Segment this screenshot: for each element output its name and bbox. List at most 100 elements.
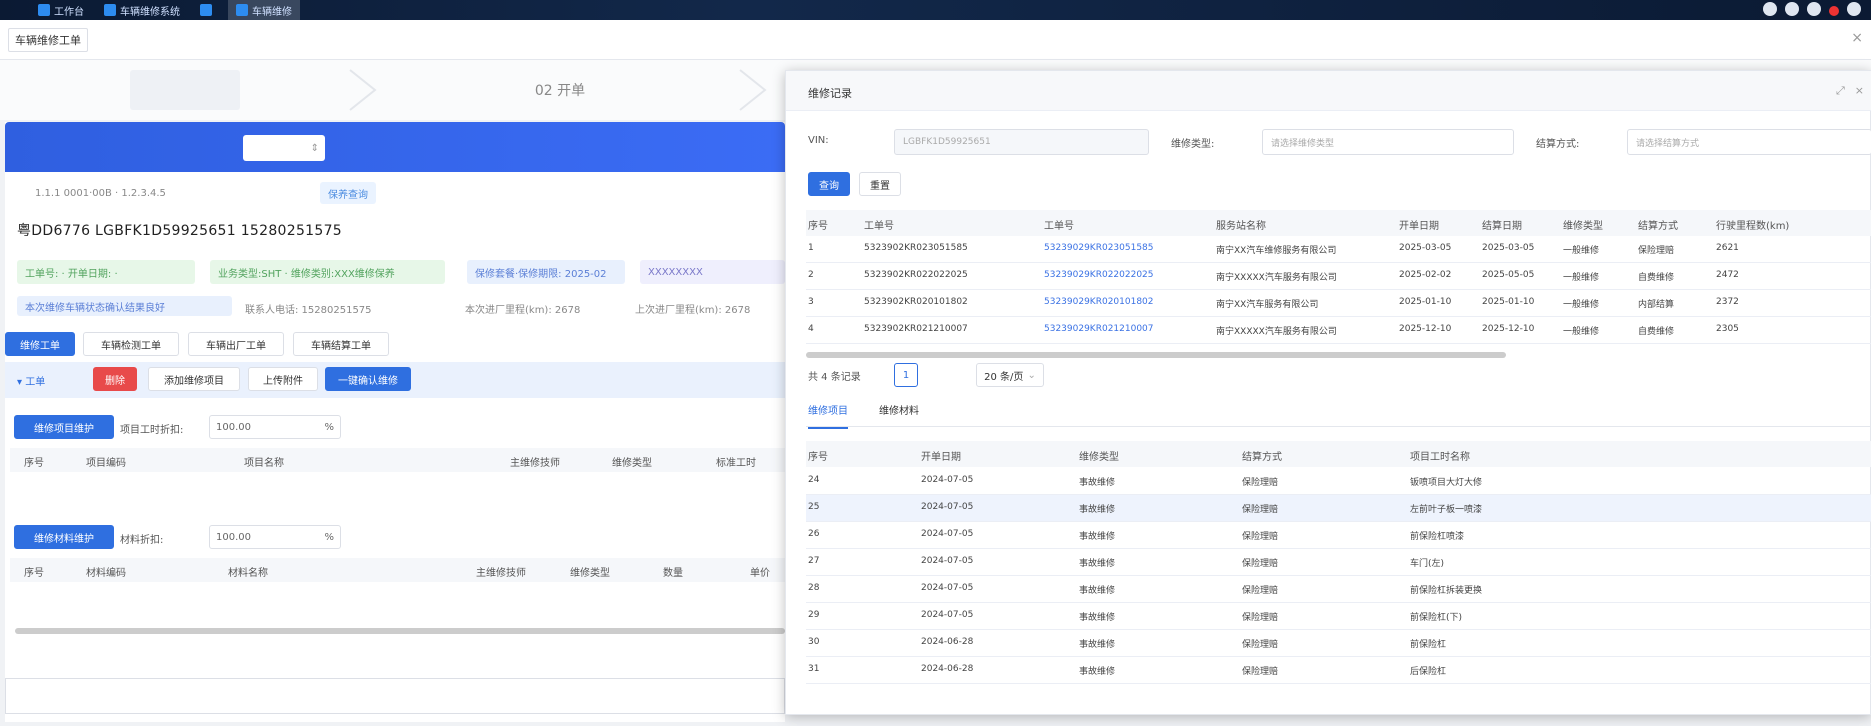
history-row[interactable]: 1 5323902KR023051585 53239029KR023051585 南宁… (806, 236, 1871, 263)
open-date: 2025-01-10 (1399, 297, 1452, 307)
repair-type: 事故维修 (1079, 478, 1116, 488)
settings-icon[interactable] (1807, 2, 1821, 16)
search-icon[interactable] (1763, 2, 1777, 16)
dialog-title: 维修记录 (808, 87, 852, 100)
order-no: 5323902KR020101802 (864, 297, 968, 307)
history-row[interactable]: 3 5323902KR020101802 53239029KR020101802 南宁… (806, 290, 1871, 317)
repair-type-select[interactable]: 请选择维修类型 (1262, 129, 1514, 155)
tab-inspection-order[interactable]: 车辆检测工单 (83, 332, 179, 356)
warranty-tag: 保修套餐·保修期限: 2025-02 (467, 260, 625, 284)
status-tag: 本次维修车辆状态确认结果良好 (17, 296, 232, 316)
notification-icon[interactable] (1829, 6, 1839, 16)
settle-method-select[interactable]: 请选择结算方式 (1627, 129, 1871, 155)
step-2[interactable]: 02 开单 (500, 70, 620, 110)
settle-date: 2025-01-10 (1482, 297, 1535, 307)
history-row[interactable]: 2 5323902KR022022025 53239029KR022022025 南宁… (806, 263, 1871, 290)
order-link[interactable]: 53239029KR020101802 (1044, 297, 1154, 307)
subtab-items[interactable]: 维修项目 (808, 402, 848, 429)
vin-field[interactable]: LGBFK1D59925651 (894, 129, 1149, 155)
row-index: 25 (808, 502, 820, 512)
user-icon[interactable] (1847, 2, 1861, 16)
row-index: 26 (808, 529, 820, 539)
item-discount-input[interactable]: 100.00% (209, 415, 341, 439)
info-line: 1.1.1 0001·00B · 1.2.3.4.5 (35, 188, 166, 199)
row-index: 29 (808, 610, 820, 620)
station-name: 南宁XXXXX汽车服务有限公司 (1216, 327, 1337, 337)
tab-settle-order[interactable]: 车辆结算工单 (293, 332, 389, 356)
os-taskbar: 工作台 车辆维修系统 车辆维修 (0, 0, 1871, 20)
confirm-all-button[interactable]: 一键确认维修 (325, 367, 411, 391)
reset-button[interactable]: 重置 (859, 172, 901, 196)
sub-table-row[interactable]: 27 2024-07-05 事故维修 保险理赔 车门(左) (806, 549, 1871, 576)
row-index: 27 (808, 556, 820, 566)
info-icon[interactable] (1785, 2, 1799, 16)
station-name: 南宁XXXXX汽车服务有限公司 (1216, 273, 1337, 283)
sub-table-row[interactable]: 31 2024-06-28 事故维修 保险理赔 后保险杠 (806, 657, 1871, 684)
material-discount-label: 材料折扣: (120, 535, 164, 546)
settle-method: 内部结算 (1638, 300, 1675, 310)
delete-button[interactable]: 删除 (93, 367, 137, 391)
upload-button[interactable]: 上传附件 (248, 367, 318, 391)
row-index: 1 (808, 243, 814, 253)
item-maintain-button[interactable]: 维修项目维护 (14, 415, 114, 439)
material-discount-input[interactable]: 100.00% (209, 525, 341, 549)
sub-table-row[interactable]: 26 2024-07-05 事故维修 保险理赔 前保险杠喷漆 (806, 522, 1871, 549)
remark-field[interactable] (5, 678, 785, 714)
order-link[interactable]: 53239029KR022022025 (1044, 270, 1154, 280)
open-date: 2025-02-02 (1399, 270, 1452, 280)
item-name: 前保险杠喷漆 (1410, 532, 1465, 542)
open-date: 2024-07-05 (921, 583, 974, 593)
add-item-button[interactable]: 添加维修项目 (148, 367, 240, 391)
settle-method: 保险理赔 (1242, 505, 1279, 515)
mileage-last: 上次进厂里程(km): 2678 (635, 305, 751, 316)
horizontal-scrollbar[interactable] (15, 628, 785, 634)
history-row[interactable]: 4 5323902KR021210007 53239029KR021210007 南宁… (806, 317, 1871, 344)
maximize-icon[interactable]: ⤢ (1836, 84, 1845, 98)
taskbar-item-3[interactable] (192, 0, 224, 20)
repair-type: 一般维修 (1563, 327, 1600, 337)
taskbar-item-2[interactable]: 车辆维修系统 (96, 0, 188, 20)
method-label: 结算方式: (1536, 139, 1580, 150)
row-index: 30 (808, 637, 820, 647)
subtab-materials[interactable]: 维修材料 (879, 402, 919, 417)
subtab-divider (806, 426, 1871, 427)
sub-table-row[interactable]: 29 2024-07-05 事故维修 保险理赔 前保险杠(下) (806, 603, 1871, 630)
close-icon[interactable]: × (1855, 84, 1864, 98)
expand-toggle[interactable]: ▾ 工单 (17, 373, 45, 388)
repair-type: 事故维修 (1079, 505, 1116, 515)
order-link[interactable]: 53239029KR023051585 (1044, 243, 1154, 253)
pager-size-select[interactable]: 20 条/页 ⌄ (976, 363, 1044, 387)
search-button[interactable]: 查询 (808, 172, 850, 196)
repair-type: 事故维修 (1079, 532, 1116, 542)
type-label: 维修类型: (1171, 139, 1215, 150)
item-name: 前保险杠拆装更换 (1410, 586, 1483, 596)
taskbar-item-1[interactable]: 工作台 (30, 0, 92, 20)
sub-table-row[interactable]: 25 2024-07-05 事故维修 保险理赔 左前叶子板一喷漆 (806, 495, 1871, 522)
open-date: 2024-06-28 (921, 637, 974, 647)
sub-table-row[interactable]: 30 2024-06-28 事故维修 保险理赔 前保险杠 (806, 630, 1871, 657)
query-tag[interactable]: 保养查询 (320, 182, 376, 204)
row-index: 4 (808, 324, 814, 334)
app-icon (104, 4, 116, 16)
vin-label: VIN: (808, 135, 829, 146)
order-link[interactable]: 53239029KR021210007 (1044, 324, 1154, 334)
sub-table-row[interactable]: 24 2024-07-05 事故维修 保险理赔 钣喷项目大灯大修 (806, 468, 1871, 495)
page-tab[interactable]: 车辆维修工单 (8, 27, 88, 52)
material-table-header: 序号 材料编码 材料名称 主维修技师 维修类型 数量 单价 (10, 558, 785, 582)
table-scrollbar[interactable] (806, 352, 1506, 358)
vehicle-text: 粤DD6776 LGBFK1D59925651 15280251575 (17, 223, 343, 239)
settle-method: 保险理赔 (1242, 613, 1279, 623)
sub-table-row[interactable]: 28 2024-07-05 事故维修 保险理赔 前保险杠拆装更换 (806, 576, 1871, 603)
pager-current[interactable]: 1 (894, 363, 918, 387)
material-maintain-button[interactable]: 维修材料维护 (14, 525, 114, 549)
settle-method: 保险理赔 (1638, 246, 1675, 256)
taskbar-item-4[interactable]: 车辆维修 (228, 0, 300, 20)
mileage: 2372 (1716, 297, 1739, 307)
close-icon[interactable]: × (1851, 30, 1863, 46)
step-1[interactable] (130, 70, 240, 110)
banner-select[interactable]: ⇕ (243, 135, 325, 161)
tab-exit-order[interactable]: 车辆出厂工单 (188, 332, 284, 356)
contact-phone: 联系人电话: 15280251575 (245, 305, 372, 316)
tab-repair-order[interactable]: 维修工单 (5, 332, 75, 356)
open-date: 2024-06-28 (921, 664, 974, 674)
